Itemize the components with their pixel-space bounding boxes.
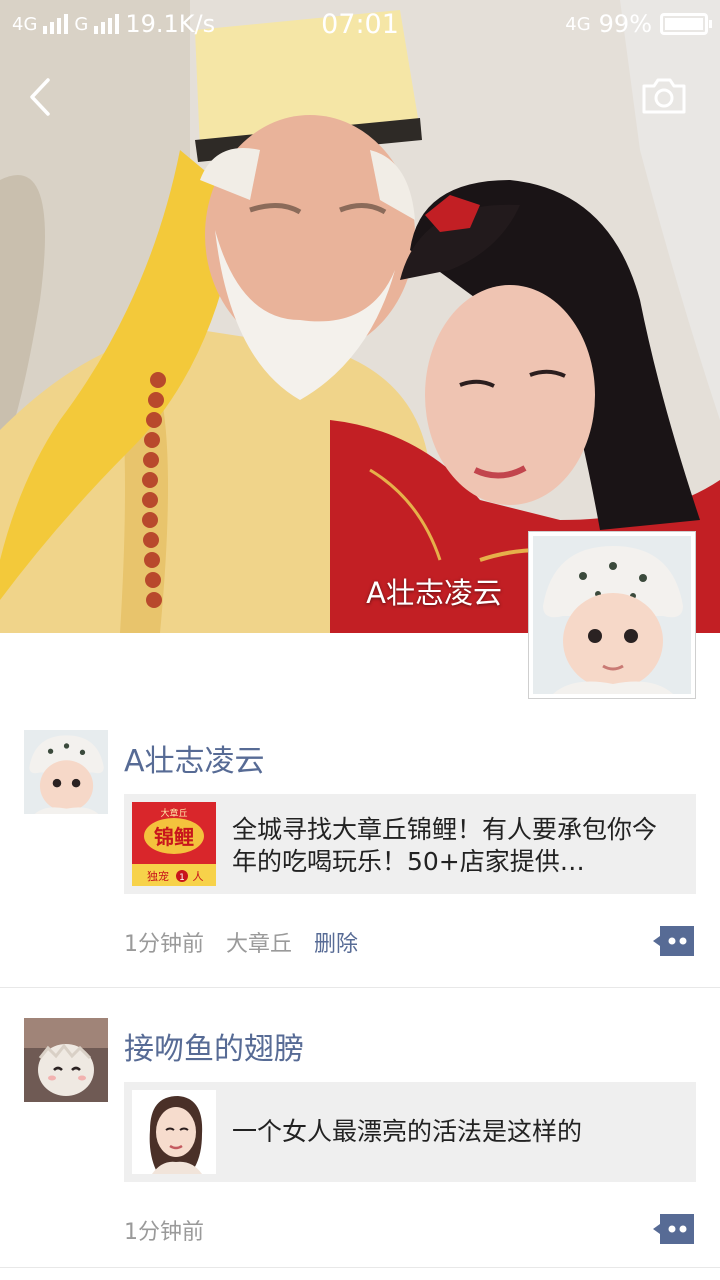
author-avatar[interactable] xyxy=(24,730,108,814)
baby-avatar-image xyxy=(533,536,691,694)
baby-avatar-image xyxy=(24,730,108,814)
comment-dots-icon xyxy=(653,1214,694,1244)
comment-button[interactable] xyxy=(652,1212,696,1246)
thumb-top-text: 大章丘 xyxy=(160,807,187,819)
battery-percent: 99% xyxy=(598,10,652,38)
woman-portrait-image xyxy=(132,1090,216,1174)
post-time: 1分钟前 xyxy=(124,1220,204,1245)
post-location[interactable]: 大章丘 xyxy=(226,926,292,958)
post-meta: 1分钟前 xyxy=(124,1214,204,1246)
post-time: 1分钟前 xyxy=(124,932,204,957)
profile-avatar[interactable] xyxy=(528,531,696,699)
thumb-unit-text: 人 xyxy=(193,870,204,883)
author-name[interactable]: A壮志凌云 xyxy=(124,736,265,780)
author-name[interactable]: 接吻鱼的翅膀 xyxy=(124,1024,304,1068)
moment-post: 接吻鱼的翅膀 一个女人最漂亮的活法是这样的 1分钟前 xyxy=(0,988,720,1268)
comment-button[interactable] xyxy=(652,924,696,958)
thumb-bottom-text: 独宠 xyxy=(147,869,169,883)
egg-avatar-image xyxy=(24,1018,108,1102)
shared-link-card[interactable]: 大章丘 锦鲤 独宠 1 人 全城寻找大章丘锦鲤！有人要承包你今年的吃喝玩乐！50… xyxy=(124,794,696,894)
camera-button[interactable] xyxy=(640,76,688,116)
battery-icon xyxy=(660,13,712,35)
network-type-3: 4G xyxy=(565,13,591,35)
link-thumbnail xyxy=(132,1090,216,1174)
thumb-main-text: 锦鲤 xyxy=(154,825,194,849)
camera-icon xyxy=(642,78,686,114)
link-title: 全城寻找大章丘锦鲤！有人要承包你今年的吃喝玩乐！50+店家提供… xyxy=(232,815,658,876)
author-avatar[interactable] xyxy=(24,1018,108,1102)
shared-link-card[interactable]: 一个女人最漂亮的活法是这样的 xyxy=(124,1082,696,1182)
chevron-left-icon xyxy=(30,78,50,116)
moment-post: A壮志凌云 大章丘 锦鲤 独宠 1 人 全城寻找大章丘锦鲤！有人要承包你今年的吃… xyxy=(0,700,720,988)
back-button[interactable] xyxy=(22,72,62,122)
delete-button[interactable]: 删除 xyxy=(314,926,358,958)
link-title: 一个女人最漂亮的活法是这样的 xyxy=(232,1117,583,1146)
link-thumbnail: 大章丘 锦鲤 独宠 1 人 xyxy=(132,802,216,886)
profile-name: A壮志凌云 xyxy=(366,576,502,610)
comment-dots-icon xyxy=(653,926,694,956)
status-right: 4G 99% xyxy=(565,10,712,38)
koi-promo-image: 大章丘 锦鲤 独宠 1 人 xyxy=(132,802,216,886)
post-meta: 1分钟前 大章丘 删除 xyxy=(124,926,358,958)
thumb-count-text: 1 xyxy=(179,873,185,883)
moments-feed: A壮志凌云 大章丘 锦鲤 独宠 1 人 全城寻找大章丘锦鲤！有人要承包你今年的吃… xyxy=(0,700,720,1268)
status-bar: 4G G 19.1K/s 07:01 4G 99% xyxy=(0,0,720,50)
